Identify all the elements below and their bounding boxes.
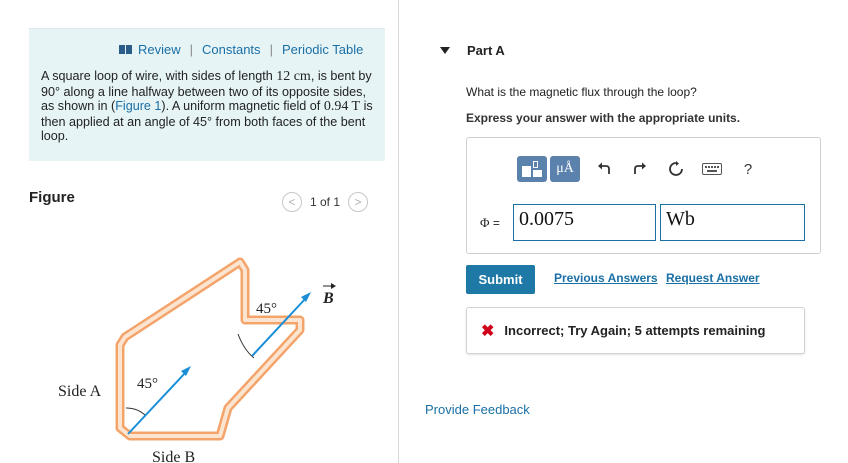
answer-box: μÅ ? Φ = 0.0075 Wb [466, 137, 821, 254]
problem-box: Review | Constants | Periodic Table A sq… [29, 29, 385, 161]
redo-icon[interactable] [625, 156, 655, 182]
left-column: Review | Constants | Periodic Table A sq… [0, 0, 398, 463]
problem-text-1: A square loop of wire, with sides of len… [41, 69, 277, 83]
feedback-text: Incorrect; Try Again; 5 attempts remaini… [504, 323, 766, 338]
question-text: What is the magnetic flux through the lo… [466, 85, 697, 99]
problem-statement: A square loop of wire, with sides of len… [41, 69, 377, 144]
book-icon [119, 45, 132, 54]
instruction-text: Express your answer with the appropriate… [466, 111, 741, 125]
field-vector-mark-tip [331, 283, 336, 289]
constants-link[interactable]: Constants [202, 42, 261, 57]
units-icon[interactable]: μÅ [550, 156, 580, 182]
error-x-icon: ✖ [481, 322, 495, 340]
figure-heading: Figure [29, 189, 75, 206]
side-a-label: Side A [58, 383, 102, 400]
help-icon[interactable]: ? [733, 156, 763, 182]
angle-label-left: 45° [137, 376, 158, 392]
separator: | [269, 42, 273, 57]
field-label: B [322, 290, 334, 307]
submit-button[interactable]: Submit [466, 265, 535, 294]
answer-label: Φ = [480, 215, 500, 231]
angle-label-top: 45° [256, 301, 277, 317]
side-b-label: Side B [152, 449, 195, 463]
value-input[interactable]: 0.0075 [513, 204, 656, 241]
next-figure-button[interactable]: > [348, 192, 369, 212]
keyboard-icon[interactable] [697, 156, 727, 182]
prev-figure-button[interactable]: < [282, 192, 302, 212]
resource-links: Review | Constants | Periodic Table [119, 42, 363, 57]
periodic-table-link[interactable]: Periodic Table [282, 42, 363, 57]
field-value: 0.94 T [323, 99, 361, 115]
bent-loop-figure: 45° B 45° Side A Side B [58, 257, 336, 463]
math-toolbar: μÅ ? [517, 156, 763, 182]
flux-symbol: Φ [480, 215, 490, 230]
templates-icon[interactable] [517, 156, 547, 182]
part-a-title: Part A [467, 43, 505, 58]
figure-pager: < 1 of 1 > [282, 192, 369, 212]
review-link[interactable]: Review [138, 42, 181, 57]
reset-icon[interactable] [661, 156, 691, 182]
problem-text-3: ). A uniform magnetic field of [161, 99, 324, 114]
figure-link[interactable]: Figure 1 [115, 99, 161, 113]
side-length-value: 12 cm [276, 69, 311, 84]
undo-icon[interactable] [589, 156, 619, 182]
separator: | [189, 42, 194, 57]
column-divider [398, 0, 399, 463]
feedback-message: ✖ Incorrect; Try Again; 5 attempts remai… [466, 307, 805, 354]
figure-count: 1 of 1 [310, 195, 341, 209]
unit-input[interactable]: Wb [660, 204, 805, 241]
equals-sign: = [489, 216, 500, 230]
request-answer-link[interactable]: Request Answer [666, 271, 760, 285]
provide-feedback-link[interactable]: Provide Feedback [425, 402, 530, 417]
previous-answers-link[interactable]: Previous Answers [554, 271, 658, 285]
angle-arc-top [237, 333, 255, 359]
wire-loop [115, 257, 305, 441]
angle-arc-left [125, 407, 147, 417]
collapse-triangle-icon [440, 47, 450, 54]
part-a-toggle[interactable]: Part A [440, 43, 505, 58]
